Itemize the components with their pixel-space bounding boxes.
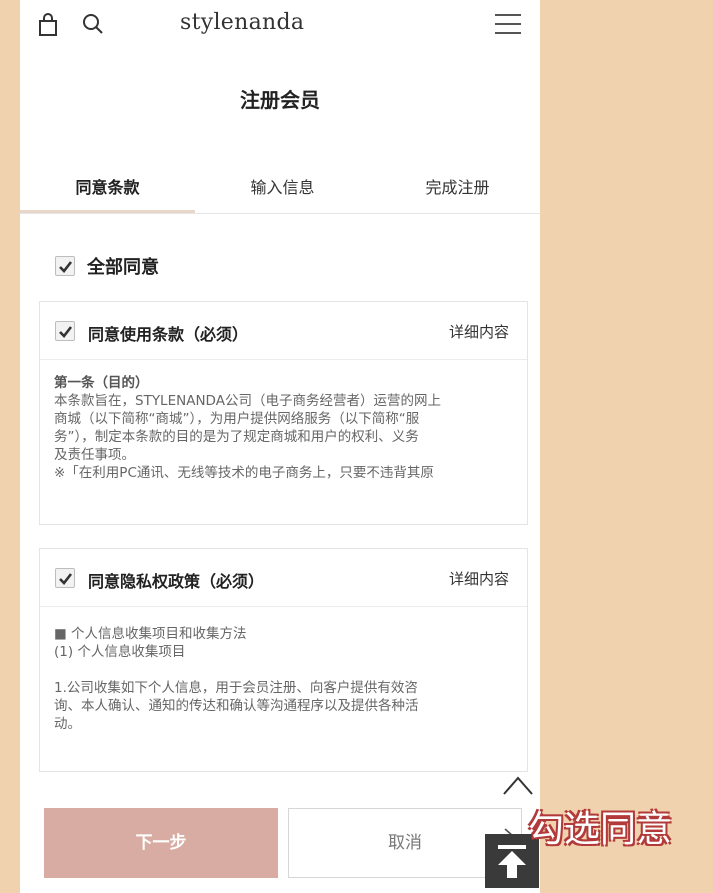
tab-enter-info[interactable]: 输入信息 (195, 174, 370, 198)
privacy-line (54, 661, 514, 679)
checkmark-icon (59, 573, 73, 585)
terms-line: 商城（以下简称“商城”），为用户提供网络服务（以下简称“服 (54, 411, 420, 427)
tab-complete[interactable]: 完成注册 (370, 174, 540, 198)
active-tab-indicator (20, 210, 195, 213)
terms-label[interactable]: 同意使用条款（必须） (88, 321, 248, 345)
terms-line: 务”），制定本条款的目的是为了规定商城和用户的权利、义务 (54, 429, 419, 445)
privacy-line: (1) 个人信息收集项目 (54, 644, 186, 660)
terms-line: 本条款旨在，STYLENANDA公司（电子商务经营者）运营的网上 (54, 393, 441, 409)
terms-checkbox[interactable] (55, 321, 75, 341)
page-title: 注册会员 (240, 88, 320, 112)
shopping-bag-icon[interactable] (37, 13, 59, 37)
privacy-line: 询、本人确认、通知的传达和确认等沟通程序以及提供各种活 (54, 698, 419, 714)
hamburger-menu-icon[interactable] (494, 12, 522, 36)
privacy-detail-link[interactable]: 详细内容 (449, 568, 509, 589)
next-button[interactable]: 下一步 (44, 808, 278, 878)
terms-header: 同意使用条款（必须） 详细内容 (40, 302, 527, 360)
privacy-label[interactable]: 同意隐私权政策（必须） (88, 568, 264, 592)
terms-content[interactable]: 第一条（目的） 本条款旨在，STYLENANDA公司（电子商务经营者）运营的网上… (54, 374, 514, 508)
video-caption: 勾选同意 (528, 809, 673, 850)
brand-logo[interactable]: stylenanda (180, 10, 390, 40)
privacy-header: 同意隐私权政策（必须） 详细内容 (40, 549, 527, 607)
terms-box: 同意使用条款（必须） 详细内容 第一条（目的） 本条款旨在，STYLENANDA… (39, 301, 528, 525)
privacy-checkbox[interactable] (55, 568, 75, 588)
checkmark-icon (59, 261, 73, 273)
terms-detail-link[interactable]: 详细内容 (449, 321, 509, 342)
step-tabs: 同意条款 输入信息 完成注册 (20, 160, 540, 214)
top-bar: stylenanda (20, 0, 540, 52)
terms-line: ※「在利用PC通讯、无线等技术的电子商务上，只要不违背其原 (54, 465, 434, 481)
privacy-fade (40, 745, 527, 767)
privacy-line: ■ 个人信息收集项目和收集方法 (54, 626, 247, 642)
terms-fade (40, 498, 527, 520)
terms-line: 第一条（目的） (54, 375, 149, 391)
agree-all-checkbox[interactable] (55, 256, 75, 276)
privacy-content[interactable]: ■ 个人信息收集项目和收集方法 (1) 个人信息收集项目 1.公司收集如下个人信… (54, 625, 514, 759)
privacy-box: 同意隐私权政策（必须） 详细内容 ■ 个人信息收集项目和收集方法 (1) 个人信… (39, 548, 528, 772)
privacy-line: 动。 (54, 716, 81, 732)
checkmark-icon (59, 326, 73, 338)
registration-page: stylenanda 注册会员 同意条款 输入信息 完成注册 全部同意 同意使用… (20, 0, 540, 893)
tab-agree-terms[interactable]: 同意条款 (20, 174, 195, 198)
chevron-up-icon[interactable] (501, 772, 535, 798)
search-icon[interactable] (82, 13, 104, 35)
terms-line: 及责任事项。 (54, 447, 135, 463)
privacy-line: 1.公司收集如下个人信息，用于会员注册、向客户提供有效咨 (54, 680, 418, 696)
agree-all-label[interactable]: 全部同意 (87, 253, 159, 279)
